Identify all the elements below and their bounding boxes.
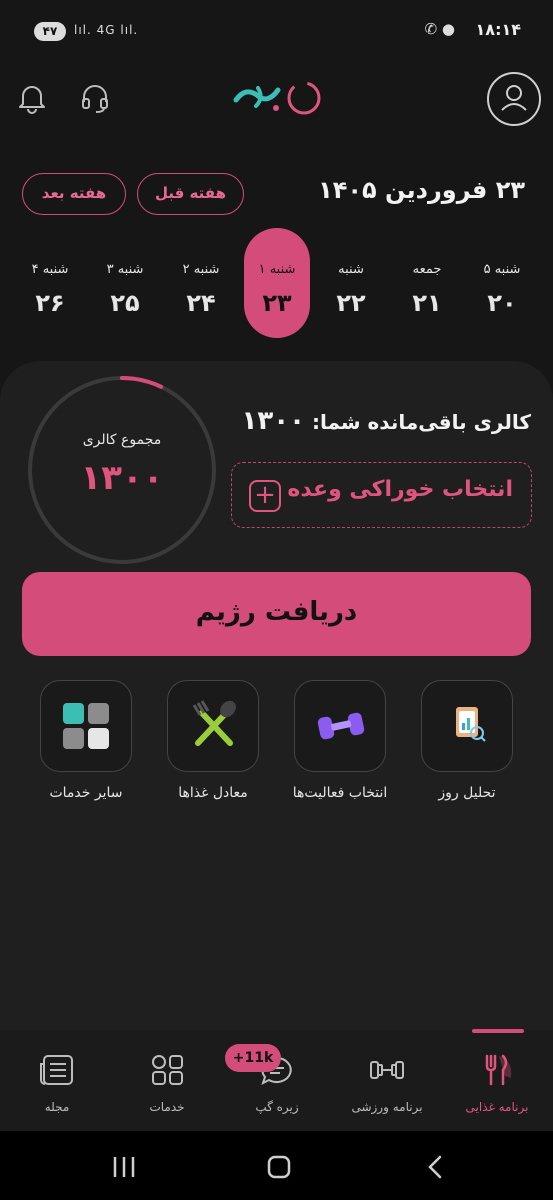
battery-indicator: ۴۷ [34,22,66,41]
service-day-analysis[interactable] [421,680,513,772]
plus-icon: + [249,480,281,512]
week-day-name: ۱ شنبه [258,262,296,277]
network-type: 4G [96,23,116,37]
week-day-4[interactable]: ۲ شنبه ۲۴ [167,254,235,317]
tab-services[interactable]: خدمات [112,1052,222,1114]
tab-meal-plan[interactable]: برنامه غذایی [442,1052,552,1114]
dumbbell-icon [317,712,365,740]
magazine-icon [40,1055,73,1085]
back-icon[interactable] [428,1155,442,1179]
service-label: انتخاب فعالیت‌ها [292,785,388,801]
remaining-label: کالری باقی‌مانده شما: [311,410,531,434]
recent-apps-icon[interactable] [113,1157,135,1177]
get-diet-button[interactable]: دریافت رژیم [22,572,531,656]
week-day-number: ۲۴ [186,289,216,317]
grid-apps-icon [63,703,109,749]
user-avatar-icon[interactable] [487,72,541,126]
active-tab-indicator [472,1029,524,1033]
bell-icon[interactable] [17,82,47,114]
tab-label: خدمات [149,1100,185,1114]
tab-label: برنامه غذایی [465,1100,529,1114]
week-day-number: ۲۲ [336,289,366,317]
service-label: تحلیل روز [438,785,496,801]
system-nav-bar [0,1131,553,1200]
select-meal-label: انتخاب خوراکی وعده [287,477,513,502]
tab-label: زیره گپ [255,1100,299,1114]
app-logo [228,74,326,120]
services-grid-icon [152,1055,183,1085]
tab-magazine[interactable]: مجله [2,1052,112,1114]
week-day-number: ۲۳ [262,289,292,317]
service-food-equivalents[interactable] [167,680,259,772]
tab-label: مجله [44,1100,70,1114]
week-day-0[interactable]: ۵ شنبه ۲۰ [468,254,536,317]
status-bar: ۴۷ lıl. 4G lıl. ✆ ● ۱۸:۱۴ [0,0,553,62]
tab-workout-plan[interactable]: برنامه ورزشی [332,1052,442,1114]
week-day-1[interactable]: جمعه ۲۱ [393,254,461,317]
remaining-value: ۱۳۰۰ [241,406,305,436]
week-day-5[interactable]: ۳ شنبه ۲۵ [91,254,159,317]
week-day-3-selected[interactable]: ۱ شنبه ۲۳ [244,228,310,338]
chat-count-badge: +11k [225,1044,281,1072]
week-day-2[interactable]: شنبه ۲۲ [317,254,385,317]
headset-icon[interactable] [80,82,110,114]
week-day-name: ۴ شنبه [31,262,69,277]
ring-value: ۱۳۰۰ [80,458,164,498]
service-select-activities[interactable] [294,680,386,772]
week-day-number: ۲۱ [412,289,442,317]
dumbbell-icon [370,1061,404,1079]
select-meal-button[interactable]: انتخاب خوراکی وعده + [231,462,532,528]
week-day-name: ۲ شنبه [182,262,220,277]
week-day-name: جمعه [412,262,442,277]
week-day-name: ۳ شنبه [106,262,144,277]
week-day-number: ۲۵ [110,289,140,317]
fork-spoon-icon [192,700,236,746]
week-day-name: ۵ شنبه [483,262,521,277]
current-date-title: ۲۳ فروردین ۱۴۰۵ [318,176,525,204]
week-day-number: ۲۰ [487,289,517,317]
notification-icons: ✆ ● [424,20,455,38]
fork-knife-icon [485,1054,512,1086]
service-other[interactable] [40,680,132,772]
week-day-name: شنبه [338,262,364,277]
week-day-6[interactable]: ۴ شنبه ۲۶ [16,254,84,317]
ring-label: مجموع کالری [82,432,162,448]
signal-icon: lıl. 4G lıl. [74,23,139,37]
prev-week-button[interactable]: هفته قبل [137,173,244,215]
day-analysis-icon [456,707,486,742]
clock: ۱۸:۱۴ [475,20,521,39]
service-label: سایر خدمات [49,785,123,801]
home-icon[interactable] [267,1155,291,1179]
service-label: معادل غذاها [178,785,248,801]
remaining-calories: کالری باقی‌مانده شما: ۱۳۰۰ [242,406,532,436]
week-day-number: ۲۶ [35,289,65,317]
next-week-button[interactable]: هفته بعد [22,173,126,215]
tab-label: برنامه ورزشی [351,1100,423,1114]
